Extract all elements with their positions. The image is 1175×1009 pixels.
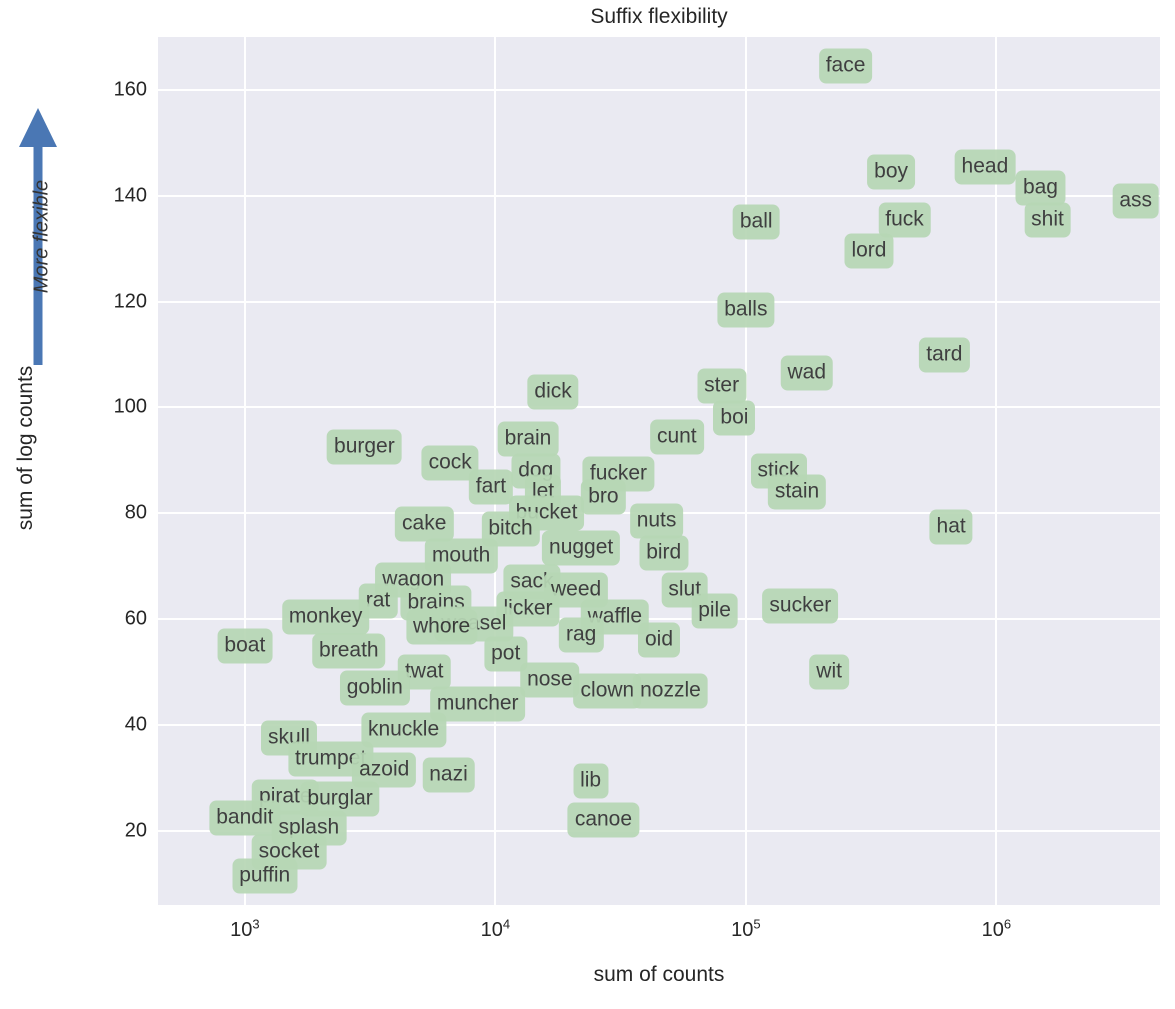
page-title: Suffix flexibility — [590, 5, 728, 28]
scatter-point-label[interactable]: rag — [558, 617, 604, 653]
scatter-point-label[interactable]: stain — [767, 474, 827, 510]
x-axis-label: sum of counts — [593, 963, 725, 986]
scatter-point-label[interactable]: bag — [1015, 170, 1065, 206]
scatter-point-label[interactable]: lord — [844, 233, 894, 269]
scatter-point-label[interactable]: boi — [713, 400, 756, 436]
scatter-point-label[interactable]: bandit — [209, 800, 281, 836]
scatter-point-label[interactable]: balls — [717, 292, 775, 328]
gridline-horizontal — [158, 88, 1160, 91]
x-tick-label: 104 — [480, 916, 511, 941]
scatter-point-label[interactable]: knuckle — [360, 712, 447, 748]
gridline-horizontal — [158, 300, 1160, 303]
scatter-point-label[interactable]: bird — [639, 535, 689, 571]
scatter-point-label[interactable]: clown — [573, 673, 642, 709]
scatter-point-label[interactable]: nugget — [542, 530, 621, 566]
scatter-point-label[interactable]: cunt — [649, 419, 704, 455]
scatter-point-label[interactable]: cake — [395, 506, 454, 542]
scatter-point-label[interactable]: nuts — [629, 503, 684, 539]
scatter-point-label[interactable]: lib — [573, 763, 609, 799]
scatter-point-label[interactable]: whore — [405, 609, 478, 645]
scatter-point-label[interactable]: boy — [867, 154, 916, 190]
scatter-point-label[interactable]: nozzle — [633, 673, 708, 709]
scatter-point-label[interactable]: monkey — [281, 599, 370, 635]
scatter-point-label[interactable]: dick — [527, 374, 579, 410]
y-tick-label: 20 — [124, 819, 147, 842]
y-tick-label: 100 — [113, 395, 147, 418]
scatter-point-label[interactable]: ass — [1112, 183, 1160, 219]
gridline-vertical — [744, 37, 747, 905]
figure-canvas: Suffix flexibility face boy head bag ass shit… — [0, 0, 1175, 1009]
gridline-horizontal — [158, 406, 1160, 409]
scatter-point-label[interactable]: fuck — [878, 202, 931, 238]
scatter-point-label[interactable]: boat — [217, 628, 273, 664]
scatter-point-label[interactable]: oid — [637, 622, 681, 658]
more-flexible-arrow: More flexible — [14, 105, 84, 365]
scatter-point-label[interactable]: breath — [312, 633, 386, 669]
scatter-point-label[interactable]: wit — [809, 654, 849, 690]
gridline-horizontal — [158, 194, 1160, 197]
y-tick-label: 160 — [113, 78, 147, 101]
scatter-point-label[interactable]: tard — [919, 337, 970, 373]
scatter-point-label[interactable]: ball — [732, 204, 780, 240]
scatter-point-label[interactable]: puffin — [232, 858, 298, 894]
scatter-point-label[interactable]: fart — [468, 469, 514, 505]
arrow-annotation-label: More flexible — [30, 179, 53, 294]
scatter-point-label[interactable]: burger — [327, 429, 402, 465]
x-tick-label: 106 — [981, 916, 1012, 941]
y-tick-label: 80 — [124, 501, 147, 524]
scatter-point-label[interactable]: shit — [1024, 202, 1071, 238]
y-tick-label: 40 — [124, 713, 147, 736]
scatter-plot-area[interactable]: face boy head bag ass shit fuck ball lord balls ta… — [158, 37, 1160, 905]
scatter-point-label[interactable]: pile — [691, 593, 738, 629]
scatter-point-label[interactable]: face — [818, 48, 873, 84]
scatter-point-label[interactable]: bro — [581, 479, 626, 515]
scatter-point-label[interactable]: canoe — [567, 802, 640, 838]
x-tick-label: 103 — [230, 916, 260, 941]
x-tick-label: 105 — [731, 916, 761, 941]
scatter-point-label[interactable]: sucker — [762, 588, 839, 624]
gridline-vertical — [243, 37, 246, 905]
scatter-point-label[interactable]: goblin — [339, 670, 410, 706]
scatter-point-label[interactable]: head — [954, 149, 1016, 185]
scatter-point-label[interactable]: ster — [697, 368, 747, 404]
scatter-point-label[interactable]: wad — [780, 355, 834, 391]
scatter-point-label[interactable]: hat — [929, 509, 973, 545]
scatter-point-label[interactable]: brain — [497, 421, 559, 457]
x-axis-ticks: 103 104 105 106 — [158, 905, 1160, 953]
scatter-point-label[interactable]: nose — [520, 662, 580, 698]
y-tick-label: 60 — [124, 607, 147, 630]
scatter-point-label[interactable]: nazi — [422, 757, 475, 793]
